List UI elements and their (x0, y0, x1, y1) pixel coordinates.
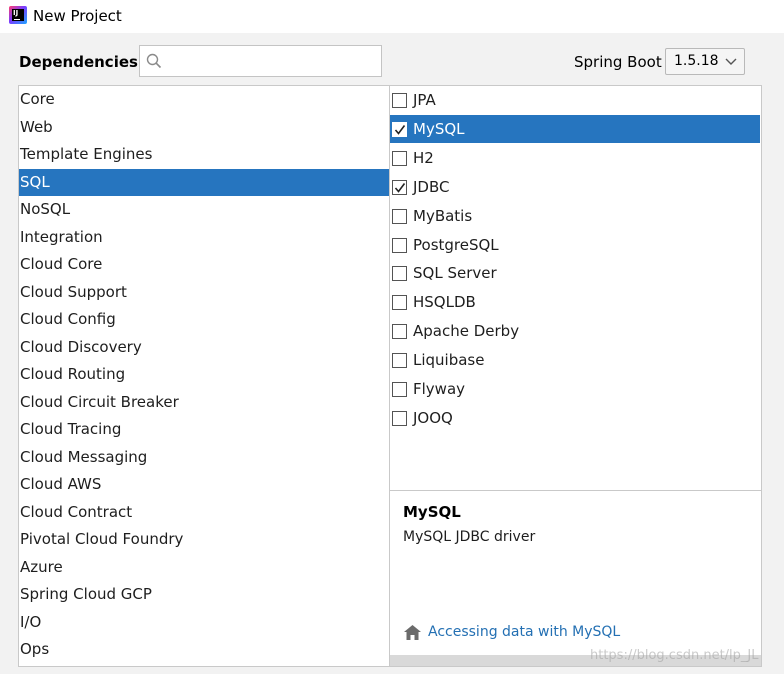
spring-boot-label: Spring Boot (574, 53, 662, 71)
category-item[interactable]: Cloud Core (19, 251, 389, 278)
category-item[interactable]: Integration (19, 224, 389, 251)
search-field[interactable] (139, 45, 382, 77)
guide-link[interactable]: Accessing data with MySQL (428, 624, 620, 640)
dependency-item[interactable]: JPA (390, 86, 760, 114)
category-item[interactable]: Template Engines (19, 141, 389, 168)
dependency-label: MyBatis (413, 206, 473, 225)
dependency-label: H2 (413, 148, 434, 167)
dependency-checkbox[interactable] (392, 208, 407, 224)
spring-boot-version-value: 1.5.18 (674, 53, 719, 69)
dependency-item[interactable]: HSQLDB (390, 288, 760, 316)
dependency-item[interactable]: MyBatis (390, 202, 760, 230)
spring-boot-version-select[interactable]: 1.5.18 (665, 48, 745, 75)
category-item[interactable]: Core (19, 86, 389, 113)
detail-description: MySQL JDBC driver (403, 529, 536, 545)
category-item[interactable]: SQL (19, 168, 389, 196)
category-item[interactable]: Cloud Config (19, 306, 389, 333)
dependency-label: Apache Derby (413, 322, 520, 341)
category-item[interactable]: NoSQL (19, 196, 389, 223)
watermark: https://blog.csdn.net/lp_JL (590, 648, 759, 663)
category-item[interactable]: Cloud Contract (19, 499, 389, 526)
dependency-checkbox[interactable] (392, 382, 407, 397)
dependency-item[interactable]: Apache Derby (390, 317, 760, 345)
detail-title: MySQL (403, 503, 461, 521)
dependency-checkbox[interactable] (392, 353, 407, 369)
search-input[interactable] (168, 50, 373, 72)
chevron-down-icon (725, 58, 737, 65)
dependency-checkbox[interactable] (392, 121, 407, 137)
search-icon (146, 53, 162, 69)
dependency-checkbox[interactable] (392, 324, 407, 340)
category-item[interactable]: Cloud Messaging (19, 444, 389, 471)
dependency-checkbox[interactable] (392, 237, 407, 253)
category-item[interactable]: Cloud Routing (19, 361, 389, 388)
dependency-detail-panel: MySQL MySQL JDBC driver Accessing data w… (390, 491, 762, 655)
dependency-label: SQL Server (413, 264, 497, 283)
dependency-checkbox[interactable] (392, 295, 407, 311)
category-item[interactable]: Ops (19, 636, 389, 663)
dependency-label: MySQL (413, 119, 465, 138)
dependency-checkbox[interactable] (392, 410, 407, 426)
category-item[interactable]: Cloud Circuit Breaker (19, 389, 389, 416)
category-item[interactable]: Cloud AWS (19, 471, 389, 498)
dependency-checkbox[interactable] (392, 266, 407, 282)
dependency-item[interactable]: PostgreSQL (390, 231, 760, 259)
category-item[interactable]: Cloud Support (19, 279, 389, 306)
checkmark-icon (394, 124, 406, 135)
dependency-label: JDBC (413, 177, 450, 196)
category-item[interactable]: Spring Cloud GCP (19, 581, 389, 608)
dependency-item[interactable]: Liquibase (390, 346, 760, 374)
dependency-checkbox[interactable] (392, 93, 407, 108)
dependency-checkbox[interactable] (392, 179, 407, 195)
intellij-app-icon: IJ (9, 6, 27, 24)
category-item[interactable]: Pivotal Cloud Foundry (19, 526, 389, 553)
dependency-checkbox[interactable] (392, 150, 407, 166)
dependency-item[interactable]: JDBC (390, 173, 760, 201)
title-bar: IJ New Project (0, 0, 784, 33)
category-item[interactable]: Web (19, 114, 389, 141)
category-list[interactable]: Core Web Template Engines SQL NoSQL Integrati… (18, 85, 390, 667)
dependencies-label: Dependencies (19, 53, 138, 71)
category-item[interactable]: Cloud Discovery (19, 334, 389, 361)
home-icon (404, 625, 421, 640)
dependency-item[interactable]: H2 (390, 144, 760, 172)
dependency-label: Flyway (413, 380, 466, 398)
category-item[interactable]: Azure (19, 554, 389, 581)
window-title: New Project (33, 7, 122, 25)
dependency-item[interactable]: MySQL (390, 114, 760, 143)
dependency-list[interactable]: JPA MySQL H2 JDBC MyBatis PostgreSQL SQL Serve… (390, 85, 762, 491)
dependency-label: JPA (413, 91, 436, 109)
dependency-label: HSQLDB (413, 293, 476, 312)
dependency-label: JOOQ (413, 408, 453, 427)
dependency-item[interactable]: JOOQ (390, 404, 760, 432)
checkmark-icon (394, 182, 406, 193)
dependency-label: Liquibase (413, 351, 485, 370)
dependency-label: PostgreSQL (413, 235, 499, 254)
dependency-item[interactable]: SQL Server (390, 259, 760, 287)
dependency-item[interactable]: Flyway (390, 375, 760, 403)
category-item[interactable]: I/O (19, 609, 389, 636)
category-item[interactable]: Cloud Tracing (19, 416, 389, 443)
